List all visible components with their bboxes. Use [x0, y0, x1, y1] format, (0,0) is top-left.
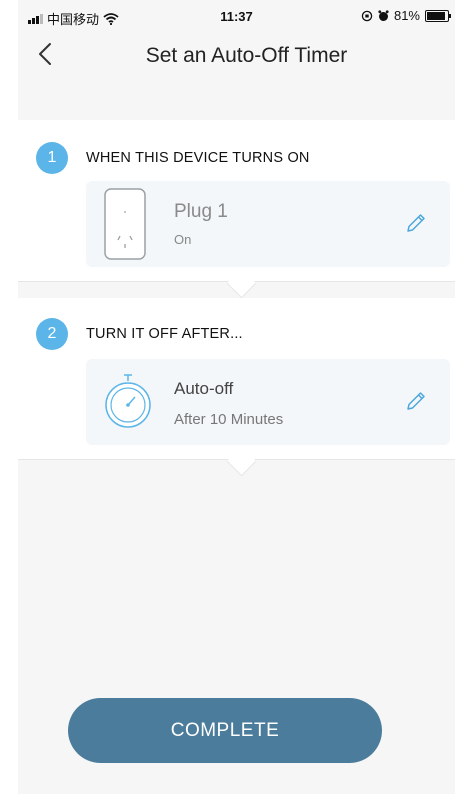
step-section-action: 2 TURN IT OFF AFTER... Auto-off After 10… [18, 298, 455, 459]
battery-icon [425, 9, 451, 22]
battery-percent: 81% [393, 8, 420, 23]
auto-off-duration: After 10 Minutes [174, 411, 284, 428]
alarm-icon [378, 9, 389, 21]
step-number-badge: 2 [36, 318, 68, 350]
page-title: Set an Auto-Off Timer [145, 44, 348, 67]
nav-bar: Set an Auto-Off Timer [18, 34, 455, 76]
device-card[interactable]: Plug 1 On [86, 181, 450, 267]
step-label: WHEN THIS DEVICE TURNS ON [86, 150, 310, 166]
app-screen: 中国移动 11:37 81% Set an Auto-Off Timer 1 W… [18, 0, 455, 794]
device-name: Plug 1 [174, 201, 228, 222]
status-right: 81% [361, 8, 451, 23]
orientation-lock-icon [361, 10, 373, 21]
step-section-trigger: 1 WHEN THIS DEVICE TURNS ON Plug 1 On [18, 120, 455, 281]
stopwatch-icon [105, 374, 151, 428]
auto-off-title: Auto-off [174, 379, 234, 398]
plug-icon [104, 188, 146, 260]
auto-off-card[interactable]: Auto-off After 10 Minutes [86, 359, 450, 445]
step-number-badge: 1 [36, 142, 68, 174]
edit-pencil-icon[interactable] [404, 389, 428, 413]
status-bar: 中国移动 11:37 81% [18, 0, 455, 34]
complete-button[interactable]: COMPLETE [68, 698, 382, 763]
device-state: On [174, 232, 192, 247]
edit-pencil-icon[interactable] [404, 211, 428, 235]
step-label: TURN IT OFF AFTER... [86, 326, 243, 342]
